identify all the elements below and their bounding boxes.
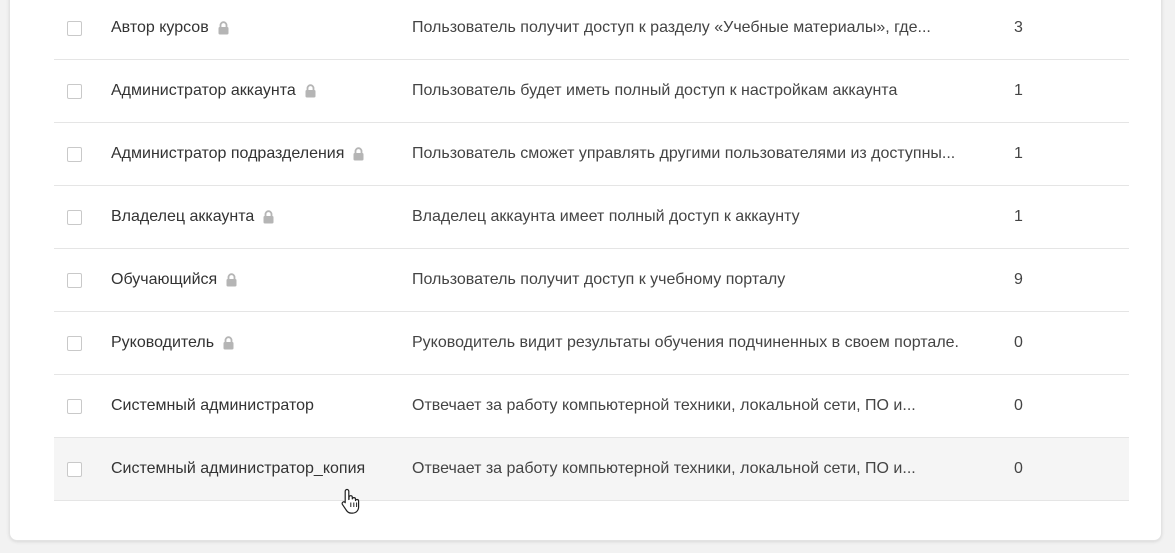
- row-checkbox[interactable]: [67, 461, 82, 477]
- role-name-label: Системный администратор: [111, 397, 314, 414]
- row-checkbox[interactable]: [67, 209, 82, 225]
- role-name-label: Администратор подразделения: [111, 145, 345, 162]
- row-checkbox[interactable]: [67, 83, 82, 99]
- role-name[interactable]: Системный администратор: [111, 397, 314, 415]
- table-row[interactable]: Администратор подразделения Пользователь…: [54, 123, 1129, 186]
- lock-icon: [305, 84, 316, 98]
- role-name[interactable]: Владелец аккаунта: [111, 208, 275, 226]
- role-description: Руководитель видит результаты обучения п…: [412, 334, 959, 351]
- role-user-count: 1: [1014, 82, 1023, 99]
- row-checkbox[interactable]: [67, 272, 82, 288]
- role-name-label: Администратор аккаунта: [111, 82, 296, 99]
- table-row[interactable]: Руководитель Руководитель видит результа…: [54, 312, 1129, 375]
- role-name[interactable]: Обучающийся: [111, 271, 238, 289]
- table-row[interactable]: Системный администратор_копия Отвечает з…: [54, 438, 1129, 501]
- role-description: Пользователь будет иметь полный доступ к…: [412, 82, 898, 99]
- role-user-count: 9: [1014, 271, 1023, 288]
- hand-pointer-cursor-icon: [341, 488, 360, 514]
- row-checkbox[interactable]: [67, 335, 82, 351]
- table-row[interactable]: Автор курсов Пользователь получит доступ…: [54, 0, 1129, 60]
- role-user-count: 0: [1014, 334, 1023, 351]
- row-checkbox[interactable]: [67, 146, 82, 162]
- role-user-count: 1: [1014, 208, 1023, 225]
- role-description: Пользователь сможет управлять другими по…: [412, 145, 956, 162]
- lock-icon: [226, 273, 237, 287]
- lock-icon: [218, 21, 229, 35]
- role-name-label: Владелец аккаунта: [111, 208, 255, 225]
- role-name-label: Автор курсов: [111, 19, 209, 36]
- row-checkbox[interactable]: [67, 398, 82, 414]
- role-user-count: 0: [1014, 460, 1023, 477]
- role-name[interactable]: Автор курсов: [111, 19, 230, 37]
- lock-icon: [263, 210, 274, 224]
- role-name-label: Обучающийся: [111, 271, 218, 288]
- role-description: Владелец аккаунта имеет полный доступ к …: [412, 208, 800, 225]
- table-row[interactable]: Администратор аккаунта Пользователь буде…: [54, 60, 1129, 123]
- role-name[interactable]: Системный администратор_копия: [111, 460, 365, 478]
- row-checkbox[interactable]: [67, 20, 82, 36]
- role-description: Отвечает за работу компьютерной техники,…: [412, 460, 916, 477]
- role-name-label: Руководитель: [111, 334, 215, 351]
- role-user-count: 1: [1014, 145, 1023, 162]
- role-name[interactable]: Администратор аккаунта: [111, 82, 317, 100]
- roles-table: Автор курсов Пользователь получит доступ…: [54, 0, 1129, 501]
- role-description: Пользователь получит доступ к разделу «У…: [412, 19, 931, 36]
- role-user-count: 3: [1014, 19, 1023, 36]
- role-user-count: 0: [1014, 397, 1023, 414]
- table-row[interactable]: Системный администратор Отвечает за рабо…: [54, 375, 1129, 438]
- role-name-label: Системный администратор_копия: [111, 460, 366, 477]
- role-description: Пользователь получит доступ к учебному п…: [412, 271, 786, 288]
- role-name[interactable]: Администратор подразделения: [111, 145, 365, 163]
- role-name[interactable]: Руководитель: [111, 334, 235, 352]
- table-row[interactable]: Обучающийся Пользователь получит доступ …: [54, 249, 1129, 312]
- role-description: Отвечает за работу компьютерной техники,…: [412, 397, 916, 414]
- lock-icon: [353, 147, 364, 161]
- table-row[interactable]: Владелец аккаунта Владелец аккаунта имее…: [54, 186, 1129, 249]
- lock-icon: [223, 336, 234, 350]
